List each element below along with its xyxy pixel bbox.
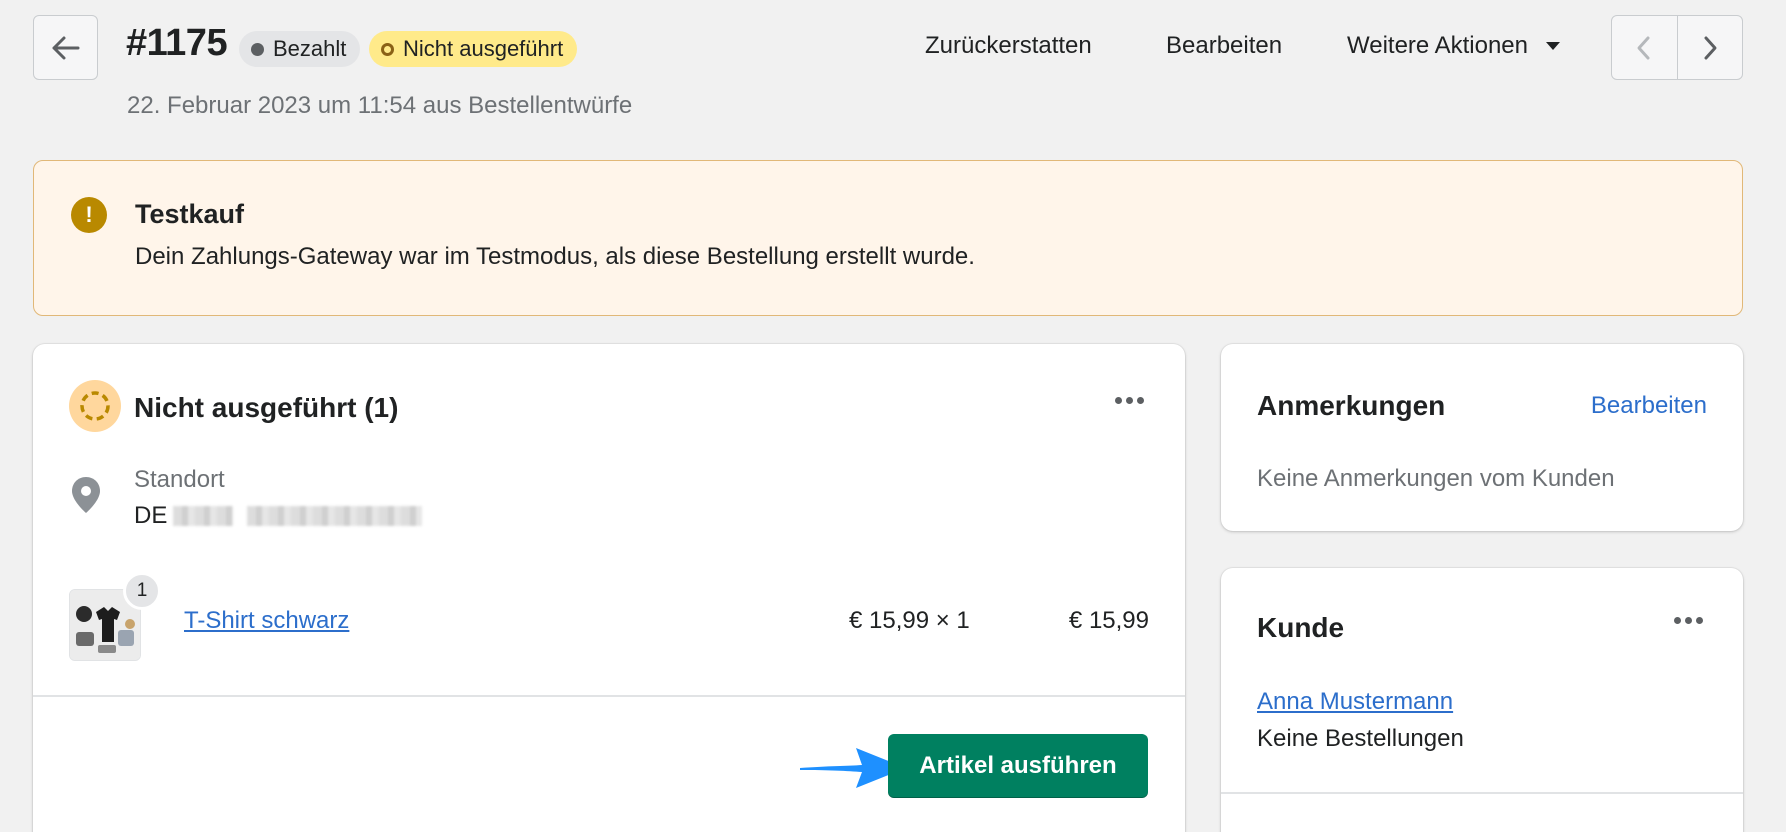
- fulfillment-status-label: Nicht ausgeführt: [403, 36, 564, 61]
- next-order-button[interactable]: [1676, 16, 1743, 79]
- customer-orders-count: Keine Bestellungen: [1257, 725, 1464, 752]
- payment-status-label: Bezahlt: [273, 36, 347, 61]
- unfulfilled-status-icon: [69, 380, 121, 432]
- banner-title: Testkauf: [135, 199, 245, 229]
- product-unit-price: € 15,99 × 1: [849, 607, 970, 634]
- location-value: DE: [134, 502, 423, 530]
- redacted-text: [173, 506, 234, 526]
- location-label: Standort: [134, 466, 225, 493]
- refund-button[interactable]: Zurückerstatten: [925, 32, 1092, 60]
- order-date: 22. Februar 2023 um 11:54 aus Bestellent…: [127, 92, 633, 119]
- redacted-text: [247, 506, 423, 526]
- divider: [33, 695, 1185, 697]
- customer-more-menu-icon[interactable]: [1674, 617, 1703, 624]
- edit-order-button[interactable]: Bearbeiten: [1166, 32, 1282, 60]
- location-value-text: DE: [134, 502, 168, 529]
- location-pin-icon: [72, 477, 100, 513]
- order-number: #1175: [126, 22, 228, 64]
- card-more-menu-icon[interactable]: [1115, 397, 1144, 404]
- fulfillment-status-badge: Nicht ausgeführt: [369, 31, 578, 67]
- back-button[interactable]: [33, 15, 98, 80]
- notes-title: Anmerkungen: [1257, 390, 1446, 421]
- test-purchase-banner: ! Testkauf Dein Zahlungs-Gateway war im …: [33, 160, 1743, 316]
- customer-card: Kunde Anna Mustermann Keine Bestellungen: [1221, 568, 1743, 832]
- chevron-right-icon: [1704, 36, 1717, 59]
- dashed-circle-icon: [80, 391, 110, 421]
- previous-order-button[interactable]: [1612, 16, 1677, 79]
- banner-text: Dein Zahlungs-Gateway war im Testmodus, …: [135, 243, 975, 270]
- exclamation-icon: !: [71, 197, 107, 233]
- fulfill-items-button[interactable]: Artikel ausführen: [888, 734, 1148, 798]
- customer-title: Kunde: [1257, 612, 1345, 643]
- caret-down-icon: [1546, 42, 1560, 50]
- customer-name-link[interactable]: Anna Mustermann: [1257, 688, 1453, 716]
- product-total: € 15,99: [1068, 607, 1149, 634]
- status-dot-icon: [251, 42, 264, 56]
- quantity-badge: 1: [123, 572, 161, 610]
- more-actions-label: Weitere Aktionen: [1347, 32, 1528, 59]
- payment-status-badge: Bezahlt: [239, 31, 361, 67]
- product-link[interactable]: T-Shirt schwarz: [184, 607, 349, 635]
- divider: [1221, 792, 1743, 794]
- arrow-left-icon: [52, 36, 79, 59]
- order-pager: [1611, 15, 1743, 80]
- chevron-left-icon: [1637, 36, 1650, 59]
- unfulfilled-card: Nicht ausgeführt (1) Standort DE 1 T-Shi…: [33, 344, 1185, 832]
- edit-notes-link[interactable]: Bearbeiten: [1591, 392, 1707, 420]
- fulfillment-card-title: Nicht ausgeführt (1): [134, 392, 399, 423]
- more-actions-button[interactable]: Weitere Aktionen: [1347, 32, 1560, 60]
- notes-empty-text: Keine Anmerkungen vom Kunden: [1257, 465, 1615, 492]
- status-ring-icon: [381, 42, 394, 56]
- notes-card: Anmerkungen Bearbeiten Keine Anmerkungen…: [1221, 344, 1743, 531]
